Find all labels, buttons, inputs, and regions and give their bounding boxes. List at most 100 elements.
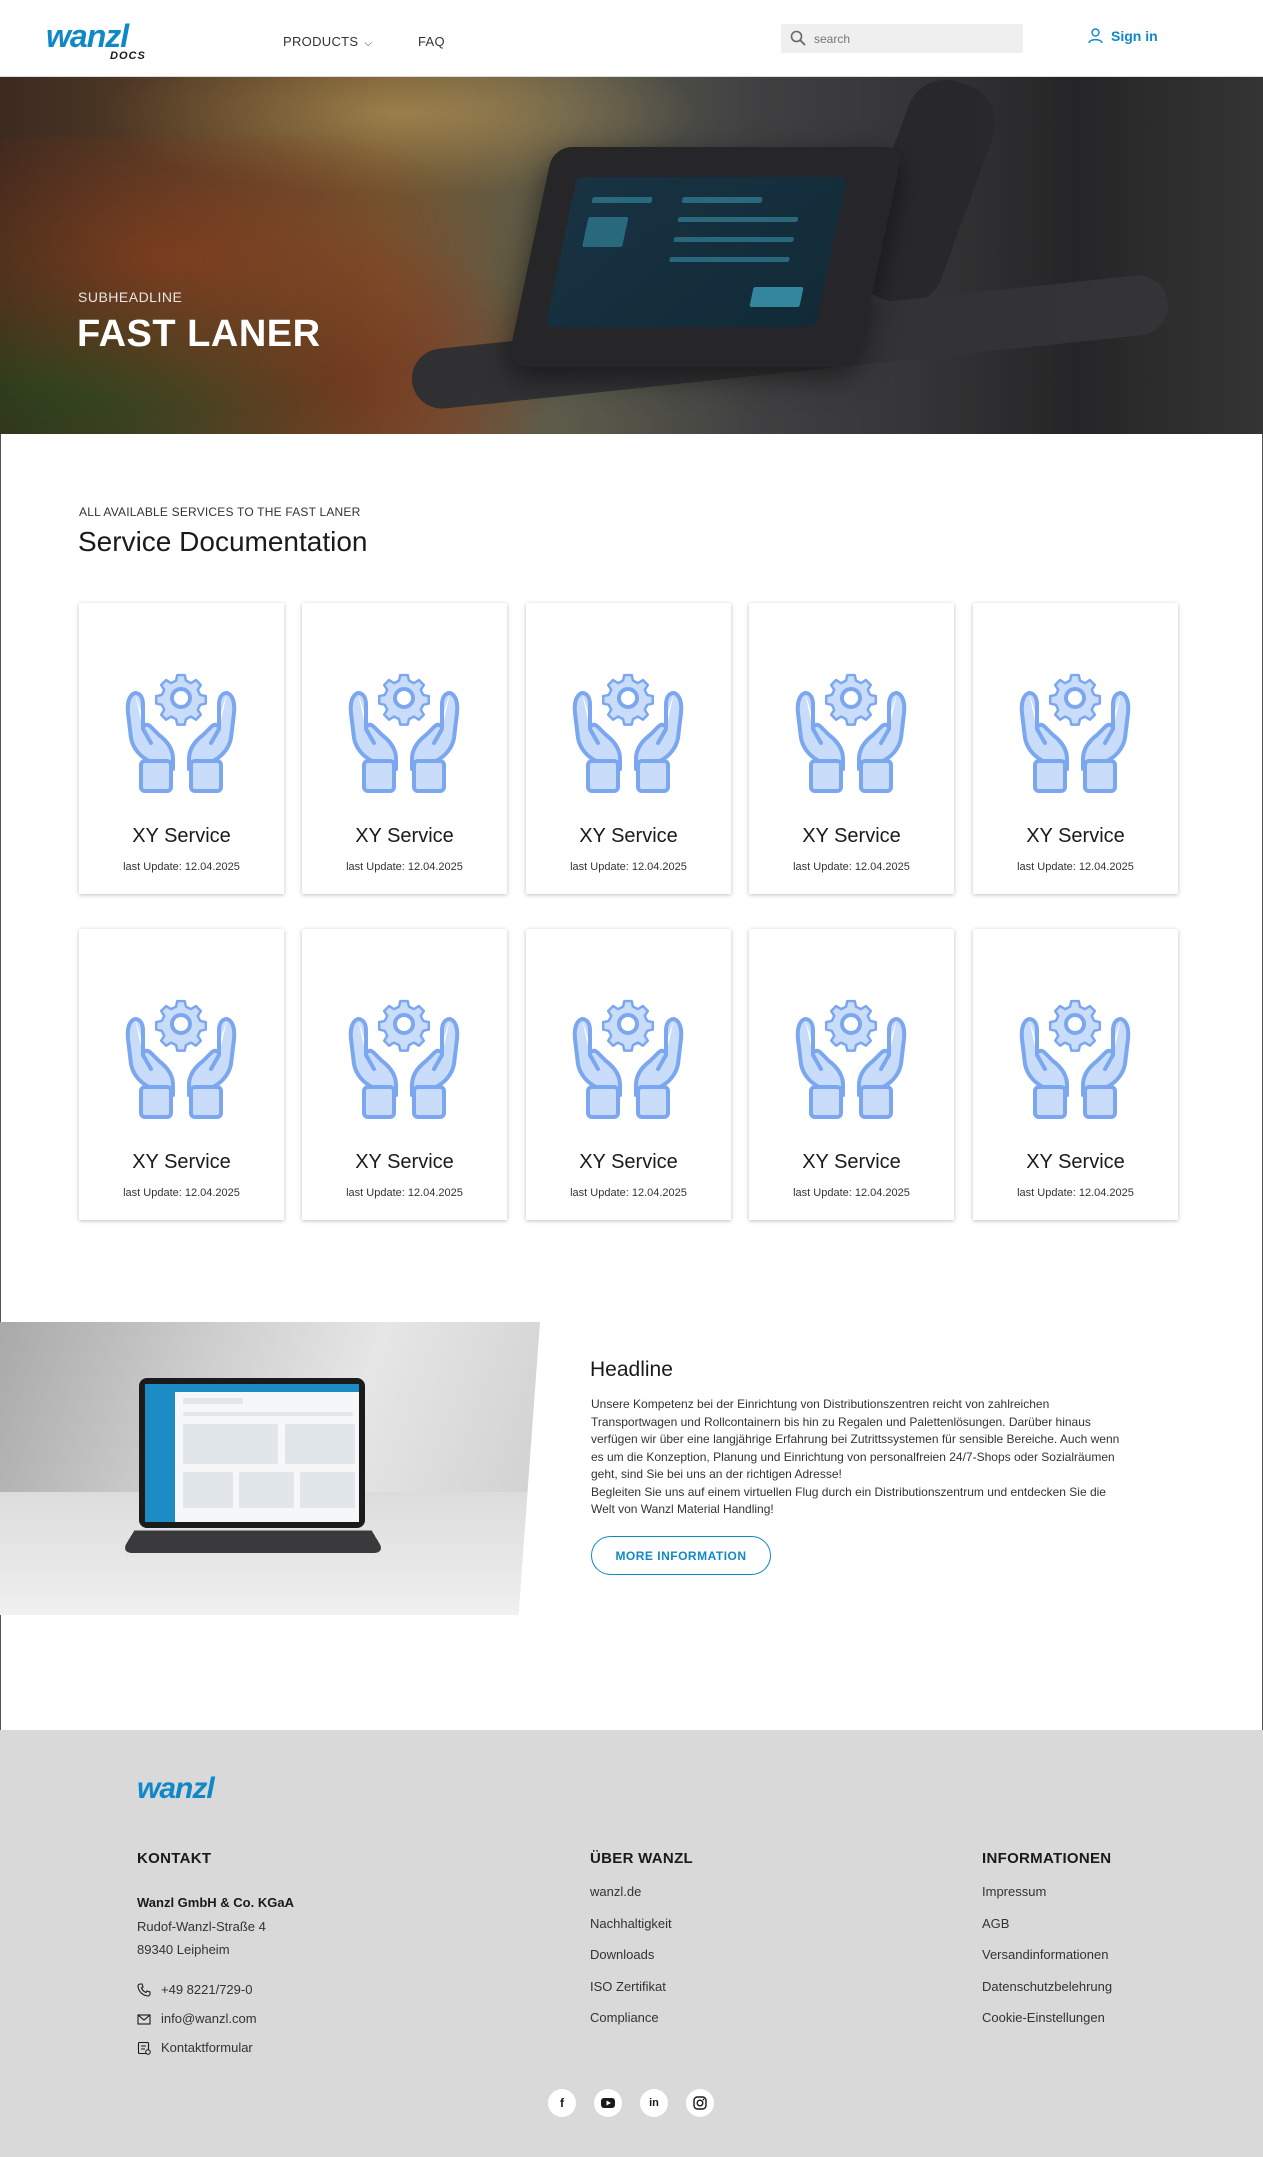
service-card-date: last Update: 12.04.2025 (570, 1187, 687, 1199)
laptop-screen (139, 1378, 365, 1528)
nav-products[interactable]: PRODUCTS ⌵ (283, 34, 372, 49)
service-card[interactable]: XY Service last Update: 12.04.2025 (526, 929, 731, 1220)
facebook-icon[interactable]: f (548, 2089, 576, 2117)
footer-city: 89340 Leipheim (137, 1942, 230, 1957)
user-icon (1088, 28, 1103, 44)
service-card[interactable]: XY Service last Update: 12.04.2025 (749, 929, 954, 1220)
info-paragraph-1: Unsere Kompetenz bei der Einrichtung von… (591, 1397, 1120, 1481)
service-card[interactable]: XY Service last Update: 12.04.2025 (302, 929, 507, 1220)
service-card[interactable]: XY Service last Update: 12.04.2025 (79, 603, 284, 894)
sign-in-label: Sign in (1111, 28, 1158, 44)
laptop-keyboard (120, 1530, 386, 1553)
service-card-title: XY Service (132, 825, 231, 847)
services-title: Service Documentation (78, 526, 368, 557)
footer-email-label: info@wanzl.com (161, 2011, 257, 2026)
service-hands-gear-icon (568, 979, 688, 1119)
linkedin-icon[interactable]: in (640, 2089, 668, 2117)
service-card[interactable]: XY Service last Update: 12.04.2025 (302, 603, 507, 894)
instagram-icon[interactable] (686, 2089, 714, 2117)
service-card-date: last Update: 12.04.2025 (570, 861, 687, 873)
service-hands-gear-icon (344, 979, 464, 1119)
more-information-button[interactable]: MORE INFORMATION (591, 1536, 771, 1575)
nav-products-label: PRODUCTS (283, 34, 359, 49)
hero-subheadline: SUBHEADLINE (78, 289, 183, 305)
service-hands-gear-icon (1015, 653, 1135, 793)
footer-uber-heading: ÜBER WANZL (590, 1850, 693, 1867)
phone-icon (137, 1982, 151, 1997)
footer-logo[interactable]: wanzl (137, 1772, 215, 1806)
footer-uber-link[interactable]: Compliance (590, 2010, 659, 2025)
footer-info-link[interactable]: Cookie-Einstellungen (982, 2010, 1105, 2025)
service-hands-gear-icon (1015, 979, 1135, 1119)
service-card-title: XY Service (802, 825, 901, 847)
footer-info-link[interactable]: AGB (982, 1916, 1009, 1931)
hero-banner: SUBHEADLINE FAST LANER (0, 77, 1263, 434)
service-card-date: last Update: 12.04.2025 (346, 861, 463, 873)
footer-contact-form[interactable]: Kontaktformular (137, 2040, 253, 2055)
laptop-image (0, 1322, 540, 1615)
footer-phone-label: +49 8221/729-0 (161, 1982, 253, 1997)
service-card-title: XY Service (1026, 1151, 1125, 1173)
service-card[interactable]: XY Service last Update: 12.04.2025 (749, 603, 954, 894)
service-hands-gear-icon (568, 653, 688, 793)
search-input[interactable] (814, 28, 1014, 49)
search-icon (790, 30, 806, 46)
service-card-title: XY Service (802, 1151, 901, 1173)
laptop-dashboard-ui (145, 1384, 359, 1522)
services-subheading: ALL AVAILABLE SERVICES TO THE FAST LANER (79, 505, 361, 519)
site-footer: wanzl KONTAKT Wanzl GmbH & Co. KGaA Rudo… (0, 1730, 1263, 2157)
footer-kontakt-heading: KONTAKT (137, 1850, 212, 1867)
footer-info-link[interactable]: Versandinformationen (982, 1947, 1108, 1962)
footer-email[interactable]: info@wanzl.com (137, 2011, 257, 2026)
service-card-date: last Update: 12.04.2025 (793, 861, 910, 873)
service-card-date: last Update: 12.04.2025 (793, 1187, 910, 1199)
info-headline: Headline (590, 1358, 673, 1381)
service-card-title: XY Service (579, 825, 678, 847)
service-card[interactable]: XY Service last Update: 12.04.2025 (79, 929, 284, 1220)
info-paragraph-2: Begleiten Sie uns auf einem virtuellen F… (591, 1484, 1106, 1517)
footer-info-link[interactable]: Datenschutzbelehrung (982, 1979, 1112, 1994)
hero-title: FAST LANER (77, 313, 321, 355)
footer-contact-form-label: Kontaktformular (161, 2040, 253, 2055)
footer-street: Rudof-Wanzl-Straße 4 (137, 1919, 266, 1934)
footer-uber-link[interactable]: Nachhaltigkeit (590, 1916, 672, 1931)
service-hands-gear-icon (791, 653, 911, 793)
logo-docs-label: DOCS (110, 50, 146, 62)
service-card[interactable]: XY Service last Update: 12.04.2025 (973, 929, 1178, 1220)
form-icon (137, 2041, 151, 2055)
service-hands-gear-icon (121, 979, 241, 1119)
service-card-title: XY Service (355, 1151, 454, 1173)
mail-icon (137, 2013, 151, 2025)
service-card-title: XY Service (1026, 825, 1125, 847)
service-card[interactable]: XY Service last Update: 12.04.2025 (526, 603, 731, 894)
service-card[interactable]: XY Service last Update: 12.04.2025 (973, 603, 1178, 894)
service-card-date: last Update: 12.04.2025 (123, 1187, 240, 1199)
service-card-title: XY Service (132, 1151, 231, 1173)
youtube-icon[interactable] (594, 2089, 622, 2117)
footer-phone[interactable]: +49 8221/729-0 (137, 1982, 252, 1997)
service-card-title: XY Service (355, 825, 454, 847)
footer-uber-link[interactable]: Downloads (590, 1947, 654, 1962)
service-card-date: last Update: 12.04.2025 (123, 861, 240, 873)
service-card-title: XY Service (579, 1151, 678, 1173)
nav-faq[interactable]: FAQ (418, 34, 445, 49)
chevron-down-icon: ⌵ (364, 38, 373, 49)
hero-overlay (0, 77, 1263, 434)
footer-informationen-heading: INFORMATIONEN (982, 1850, 1112, 1867)
footer-uber-link[interactable]: wanzl.de (590, 1884, 641, 1899)
sign-in-link[interactable]: Sign in (1088, 28, 1158, 44)
service-card-date: last Update: 12.04.2025 (1017, 861, 1134, 873)
footer-info-link[interactable]: Impressum (982, 1884, 1046, 1899)
logo-wordmark: wanzl (46, 18, 129, 54)
footer-company-name: Wanzl GmbH & Co. KGaA (137, 1895, 294, 1910)
site-header: wanzl DOCS PRODUCTS ⌵ FAQ Sign in (0, 0, 1263, 77)
service-hands-gear-icon (791, 979, 911, 1119)
service-card-date: last Update: 12.04.2025 (346, 1187, 463, 1199)
footer-uber-link[interactable]: ISO Zertifikat (590, 1979, 666, 1994)
search-box[interactable] (781, 24, 1023, 53)
info-body: Unsere Kompetenz bei der Einrichtung von… (591, 1396, 1121, 1519)
wanzl-docs-logo[interactable]: wanzl DOCS (46, 18, 156, 62)
service-card-date: last Update: 12.04.2025 (1017, 1187, 1134, 1199)
service-hands-gear-icon (121, 653, 241, 793)
service-hands-gear-icon (344, 653, 464, 793)
